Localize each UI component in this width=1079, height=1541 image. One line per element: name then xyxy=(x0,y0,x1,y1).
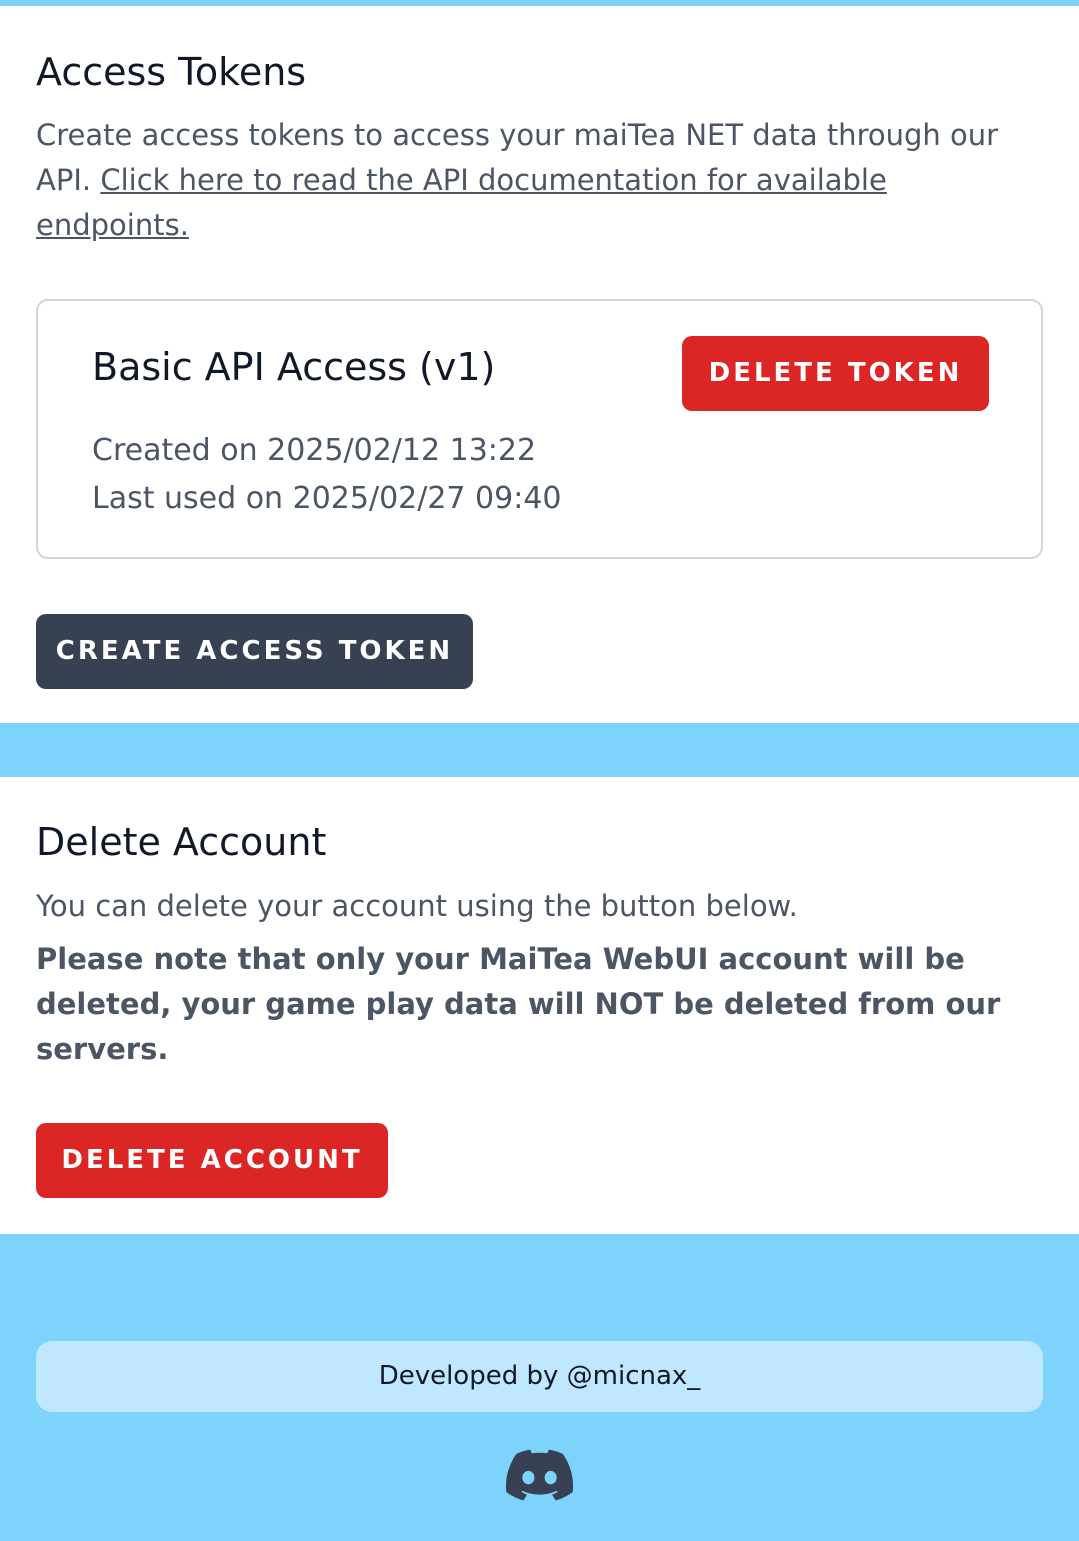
token-name: Basic API Access (v1) xyxy=(92,345,496,389)
delete-account-warning: Please note that only your MaiTea WebUI … xyxy=(36,942,1001,1066)
create-access-token-button[interactable]: CREATE ACCESS TOKEN xyxy=(36,614,473,689)
delete-token-button[interactable]: DELETE TOKEN xyxy=(682,336,989,411)
delete-account-button[interactable]: DELETE ACCOUNT xyxy=(36,1123,388,1198)
api-documentation-link[interactable]: Click here to read the API documentation… xyxy=(36,163,887,242)
token-card: Basic API Access (v1) Created on 2025/02… xyxy=(36,299,1043,559)
delete-account-description: You can delete your account using the bu… xyxy=(36,889,798,923)
footer-credit: Developed by @micnax_ xyxy=(36,1341,1043,1412)
access-tokens-description: Create access tokens to access your maiT… xyxy=(36,113,1036,248)
access-tokens-section: Access Tokens Create access tokens to ac… xyxy=(0,6,1079,723)
delete-account-section: Delete Account You can delete your accou… xyxy=(0,777,1079,1234)
token-created-date: Created on 2025/02/12 13:22 xyxy=(92,433,537,468)
token-last-used-date: Last used on 2025/02/27 09:40 xyxy=(92,481,562,516)
delete-account-title: Delete Account xyxy=(36,820,327,864)
access-tokens-title: Access Tokens xyxy=(36,50,307,94)
discord-icon[interactable] xyxy=(506,1449,573,1501)
